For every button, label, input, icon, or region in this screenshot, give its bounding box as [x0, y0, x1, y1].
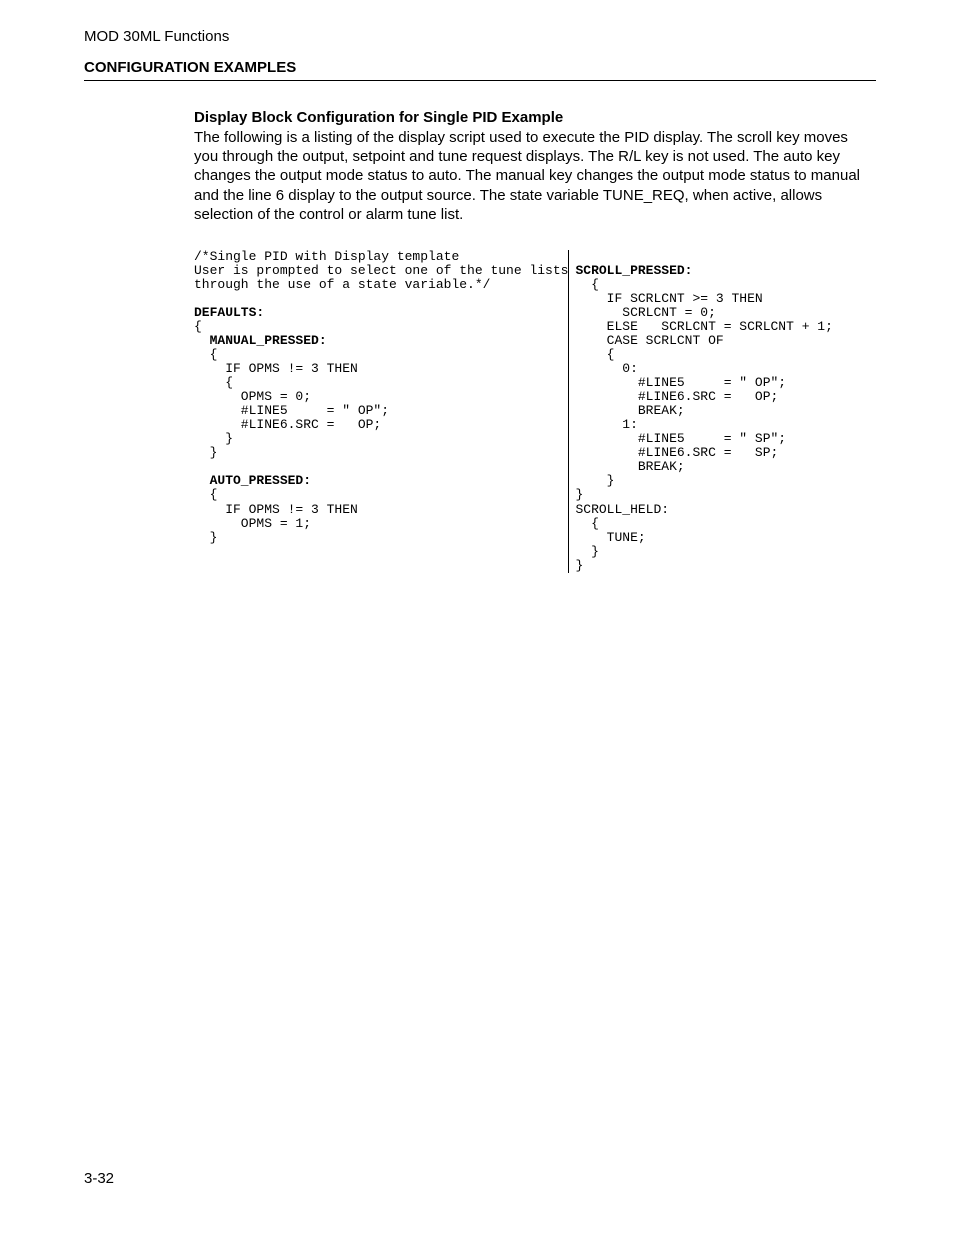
code-line: User is prompted to select one of the tu…	[194, 263, 568, 278]
code-column-right: SCROLL_PRESSED: { IF SCRLCNT >= 3 THEN S…	[568, 250, 832, 573]
code-line: #LINE5 = " OP";	[575, 375, 786, 390]
code-line: SCRLCNT = 0;	[575, 305, 715, 320]
code-line: SCROLL_HELD:	[575, 502, 669, 517]
code-line: {	[575, 347, 614, 362]
body-paragraph: The following is a listing of the displa…	[194, 128, 866, 224]
code-line: /*Single PID with Display template	[194, 249, 459, 264]
code-line: through the use of a state variable.*/	[194, 277, 490, 292]
code-line: }	[194, 445, 217, 460]
code-line: }	[575, 487, 583, 502]
code-line: BREAK;	[575, 403, 684, 418]
code-line: #LINE6.SRC = SP;	[575, 445, 778, 460]
code-line: }	[575, 558, 583, 573]
code-line: }	[194, 431, 233, 446]
code-line: OPMS = 0;	[194, 389, 311, 404]
code-line: CASE SCRLCNT OF	[575, 333, 723, 348]
code-line: IF OPMS != 3 THEN	[194, 361, 358, 376]
code-line: #LINE6.SRC = OP;	[575, 389, 778, 404]
code-line: }	[575, 473, 614, 488]
horizontal-rule	[84, 80, 876, 81]
section-title: CONFIGURATION EXAMPLES	[84, 59, 876, 76]
code-line: TUNE;	[575, 530, 645, 545]
running-head: MOD 30ML Functions	[84, 28, 876, 45]
code-line: IF SCRLCNT >= 3 THEN	[575, 291, 762, 306]
code-line: }	[194, 530, 217, 545]
code-line: {	[575, 516, 598, 531]
code-line: ELSE SCRLCNT = SCRLCNT + 1;	[575, 319, 832, 334]
code-line: OPMS = 1;	[194, 516, 311, 531]
code-line-bold: MANUAL_PRESSED:	[194, 333, 327, 348]
page-number: 3-32	[84, 1170, 114, 1187]
code-listing: /*Single PID with Display template User …	[194, 250, 866, 573]
code-line: IF OPMS != 3 THEN	[194, 502, 358, 517]
code-line: 1:	[575, 417, 637, 432]
code-line: {	[194, 319, 202, 334]
code-line: BREAK;	[575, 459, 684, 474]
code-line: #LINE5 = " OP";	[194, 403, 389, 418]
code-line: 0:	[575, 361, 637, 376]
code-line-bold: AUTO_PRESSED:	[194, 473, 311, 488]
code-line: #LINE6.SRC = OP;	[194, 417, 381, 432]
code-line: }	[575, 544, 598, 559]
code-line-bold: DEFAULTS:	[194, 305, 264, 320]
subsection-title: Display Block Configuration for Single P…	[194, 109, 866, 126]
code-line-bold: SCROLL_PRESSED:	[575, 263, 692, 278]
code-line: {	[194, 347, 217, 362]
code-column-left: /*Single PID with Display template User …	[194, 250, 568, 573]
code-line: {	[575, 277, 598, 292]
code-line: {	[194, 487, 217, 502]
code-line: {	[194, 375, 233, 390]
code-line: #LINE5 = " SP";	[575, 431, 786, 446]
